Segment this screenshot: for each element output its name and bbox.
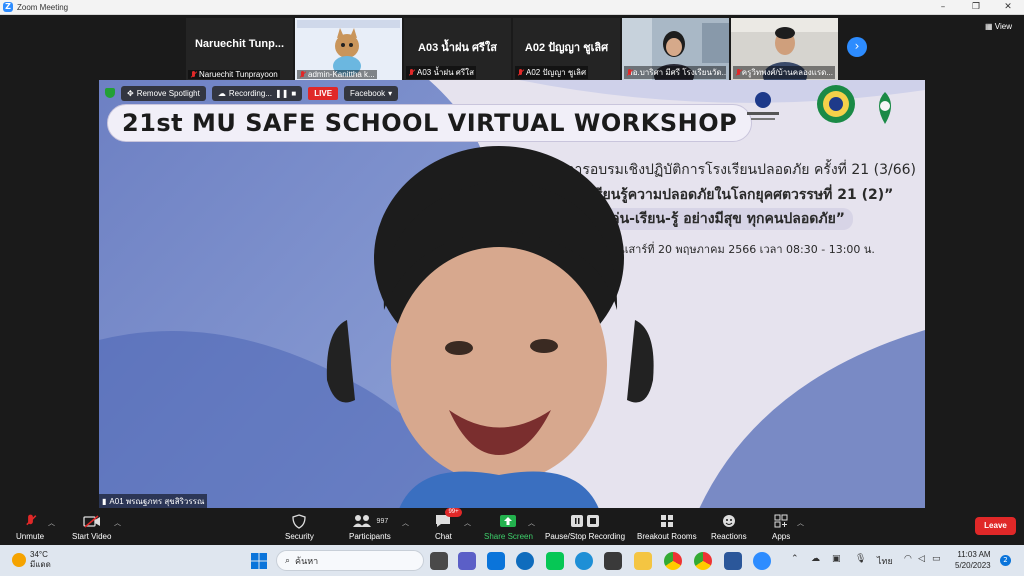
recording-icon [570, 512, 600, 530]
chevron-right-icon[interactable]: › [847, 37, 867, 57]
settings-icon[interactable] [604, 552, 622, 570]
participant-name: A03 น้ำฝน ศรีใส [418, 42, 497, 54]
system-clock[interactable]: 11:03 AM 5/20/2023 [955, 549, 991, 571]
view-button[interactable]: ▦ View [985, 22, 1012, 31]
edge-icon[interactable] [575, 552, 593, 570]
participant-name-label: ▮ A01 พรณฐภทร สุขสิริวรรณ [99, 494, 208, 509]
video-off-icon [83, 512, 101, 530]
tray-chevron-icon[interactable]: ⌃ [791, 554, 799, 564]
windows-taskbar: 34°C มีแดด ⌕ ค้นหา ⌃ ☁ ▣ 🎙 ไทย ◠ ◁ ▭ 11:… [0, 545, 1024, 576]
participant-tile[interactable]: Naruechit Tunp... Naruechit Tunprayoon [186, 18, 293, 80]
volume-icon[interactable]: ◁ [918, 554, 925, 564]
reactions-button[interactable]: Reactions [711, 512, 747, 544]
participant-tile[interactable]: ครูวิทพงศ์/บ้านคลองแรด... [731, 18, 838, 80]
word-icon[interactable] [724, 552, 742, 570]
breakout-icon [660, 512, 674, 530]
share-screen-icon [499, 512, 517, 530]
zoom-taskbar-icon[interactable] [753, 552, 771, 570]
share-chevron-icon[interactable]: ︿ [528, 518, 535, 528]
task-view-icon[interactable] [430, 552, 448, 570]
participants-icon: 997 [352, 512, 389, 530]
speaker-person [326, 146, 654, 509]
minimize-button[interactable]: – [928, 0, 958, 15]
microphone-icon[interactable]: 🎙 [855, 554, 866, 564]
participant-tile[interactable]: A03 น้ำฝน ศรีใส A03 น้ำฝน ศรีใส [404, 18, 511, 80]
participant-footer: Naruechit Tunprayoon [188, 70, 280, 79]
participant-count: 997 [376, 517, 389, 525]
cloud-icon[interactable]: ☁ [811, 554, 820, 564]
unmute-button[interactable]: Unmute [16, 512, 44, 544]
active-speaker-video: ✥ Remove Spotlight ☁ Recording... ❚❚ ■ LIVE … [99, 80, 925, 509]
participant-footer: ครูวิทพงศ์/บ้านคลองแรด... [733, 66, 835, 79]
pause-stop-recording-button[interactable]: Pause/Stop Recording [545, 512, 625, 544]
participants-button[interactable]: 997 Participants [349, 512, 391, 544]
breakout-rooms-button[interactable]: Breakout Rooms [637, 512, 697, 544]
weather-temp: 34°C [30, 550, 48, 559]
participant-name: Naruechit Tunp... [194, 38, 285, 50]
apps-chevron-icon[interactable]: ︿ [797, 518, 804, 528]
audio-options-chevron-icon[interactable]: ︿ [48, 518, 55, 528]
teams-icon[interactable] [458, 552, 476, 570]
participant-footer: ผอ.บาริศา มีศรี โรงเรียนวัด... [624, 66, 726, 79]
security-button[interactable]: Security [285, 512, 314, 544]
mic-muted-icon [408, 68, 415, 77]
app-tray-icon[interactable]: ▣ [832, 554, 841, 564]
mic-muted-icon [735, 68, 740, 77]
search-icon: ⌕ [285, 555, 291, 565]
language-indicator[interactable]: ไทย [877, 554, 893, 568]
chat-badge: 99+ [445, 508, 462, 517]
participant-tile[interactable]: admin-Kanittha k... [295, 18, 402, 80]
weather-widget[interactable]: 34°C มีแดด [12, 550, 51, 570]
zoom-logo-icon: Z [3, 2, 13, 12]
windows-start-icon[interactable] [250, 552, 268, 570]
participant-footer: A03 น้ำฝน ศรีใส [406, 66, 476, 79]
video-options-chevron-icon[interactable]: ︿ [114, 518, 121, 528]
apps-button[interactable]: Apps [772, 512, 790, 544]
window-titlebar: Z Zoom Meeting – ❐ ✕ [0, 0, 1024, 15]
wifi-icon[interactable]: ◠ [904, 554, 912, 564]
sun-icon [12, 553, 26, 567]
participant-name: A02 ปัญญา ชูเลิศ [524, 42, 609, 54]
taskbar-search-input[interactable]: ⌕ ค้นหา [276, 550, 424, 571]
mic-muted-icon [190, 70, 197, 79]
participant-tile[interactable]: ผอ.บาริศา มีศรี โรงเรียนวัด... [622, 18, 729, 80]
window-title: Zoom Meeting [17, 2, 69, 12]
mail-icon[interactable] [487, 552, 505, 570]
apps-icon [774, 512, 788, 530]
participant-tile[interactable]: A02 ปัญญา ชูเลิศ A02 ปัญญา ชูเลิศ [513, 18, 620, 80]
weather-condition: มีแดด [30, 560, 51, 569]
mic-muted-icon [517, 68, 524, 77]
mic-muted-icon [299, 70, 306, 79]
participants-chevron-icon[interactable]: ︿ [402, 518, 409, 528]
meeting-toolbar: Unmute ︿ Start Video ︿ Security 997 Part… [0, 508, 1024, 545]
notification-badge[interactable]: 2 [1000, 555, 1011, 566]
participant-footer: A02 ปัญญา ชูเลิศ [515, 66, 589, 79]
leave-button[interactable]: Leave [975, 517, 1016, 535]
signal-icon: ▮ [102, 497, 107, 506]
chat-chevron-icon[interactable]: ︿ [464, 518, 471, 528]
help-icon[interactable] [516, 552, 534, 570]
start-video-button[interactable]: Start Video [72, 512, 111, 544]
battery-icon[interactable]: ▭ [932, 554, 941, 564]
chat-button[interactable]: 99+ Chat [435, 508, 462, 544]
chrome-profile-icon[interactable] [694, 552, 712, 570]
participant-footer: admin-Kanittha k... [297, 70, 377, 79]
maximize-button[interactable]: ❐ [961, 0, 991, 15]
chrome-icon[interactable] [664, 552, 682, 570]
file-explorer-icon[interactable] [634, 552, 652, 570]
reactions-icon [722, 512, 736, 530]
share-screen-button[interactable]: Share Screen [484, 512, 533, 544]
meeting-area: Naruechit Tunp... Naruechit Tunprayoon a… [0, 15, 1024, 509]
shield-icon [292, 512, 307, 530]
chat-icon: 99+ [435, 508, 462, 530]
line-icon[interactable] [546, 552, 564, 570]
close-button[interactable]: ✕ [993, 0, 1023, 15]
mic-off-icon [27, 512, 34, 530]
